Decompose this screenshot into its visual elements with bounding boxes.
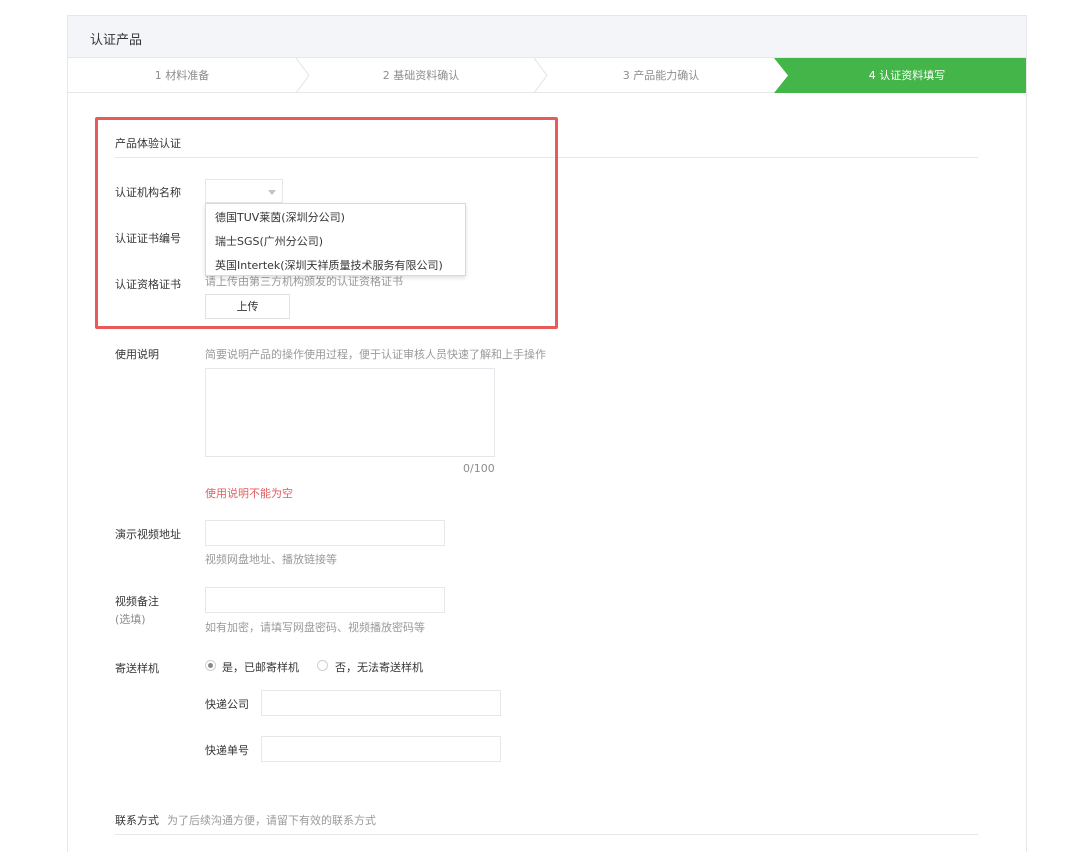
dropdown-option[interactable]: 德国TUV莱茵(深圳分公司) <box>215 209 345 225</box>
contact-section-title: 联系方式 <box>115 814 159 827</box>
step-separator-chevron-icon <box>296 58 310 93</box>
usage-error-message: 使用说明不能为空 <box>205 487 293 500</box>
video-url-tip: 视频网盘地址、播放链接等 <box>205 553 337 566</box>
step-2: 2 基础资料确认 <box>382 69 460 82</box>
dropdown-option[interactable]: 英国Intertek(深圳天祥质量技术服务有限公司) <box>215 257 443 273</box>
video-note-label: 视频备注 <box>115 595 159 608</box>
sample-no-label[interactable]: 否，无法寄送样机 <box>335 659 423 675</box>
video-note-tip: 如有加密，请填写网盘密码、视频播放密码等 <box>205 621 425 634</box>
step-progress: 1 材料准备 2 基础资料确认 3 产品能力确认 4 认证资料填写 <box>68 58 1026 93</box>
video-url-input[interactable] <box>205 520 445 546</box>
usage-char-counter: 0/100 <box>463 462 495 475</box>
panel-header: 认证产品 <box>68 16 1026 58</box>
usage-textarea[interactable] <box>205 368 495 457</box>
step-1: 1 材料准备 <box>154 69 210 82</box>
cert-number-label: 认证证书编号 <box>115 232 181 245</box>
tracking-label: 快递单号 <box>205 744 249 757</box>
section-divider <box>115 834 978 835</box>
org-name-select[interactable] <box>205 179 283 203</box>
chevron-down-icon <box>268 190 276 195</box>
section-divider <box>115 157 978 158</box>
courier-input[interactable] <box>261 690 501 716</box>
step-4-active: 4 认证资料填写 <box>868 69 946 82</box>
video-note-optional: (选填) <box>115 613 146 626</box>
step-3: 3 产品能力确认 <box>622 69 700 82</box>
usage-label: 使用说明 <box>115 348 159 361</box>
contact-section-tip: 为了后续沟通方便，请留下有效的联系方式 <box>167 814 376 827</box>
sample-label: 寄送样机 <box>115 662 159 675</box>
org-name-dropdown: 德国TUV莱茵(深圳分公司) 瑞士SGS(广州分公司) 英国Intertek(深… <box>205 203 466 276</box>
sample-yes-radio[interactable] <box>205 660 216 671</box>
usage-tip: 简要说明产品的操作使用过程，便于认证审核人员快速了解和上手操作 <box>205 348 546 361</box>
sample-no-radio[interactable] <box>317 660 328 671</box>
video-note-input[interactable] <box>205 587 445 613</box>
tracking-input[interactable] <box>261 736 501 762</box>
video-url-label: 演示视频地址 <box>115 528 181 541</box>
panel-title: 认证产品 <box>90 33 143 48</box>
dropdown-option[interactable]: 瑞士SGS(广州分公司) <box>215 233 323 249</box>
courier-label: 快递公司 <box>205 698 249 711</box>
org-name-label: 认证机构名称 <box>115 186 181 199</box>
cert-file-label: 认证资格证书 <box>115 278 181 291</box>
upload-button[interactable]: 上传 <box>205 294 290 319</box>
sample-yes-label[interactable]: 是，已邮寄样机 <box>222 659 299 675</box>
step-separator-chevron-icon <box>534 58 548 93</box>
experience-section-title: 产品体验认证 <box>115 137 181 150</box>
